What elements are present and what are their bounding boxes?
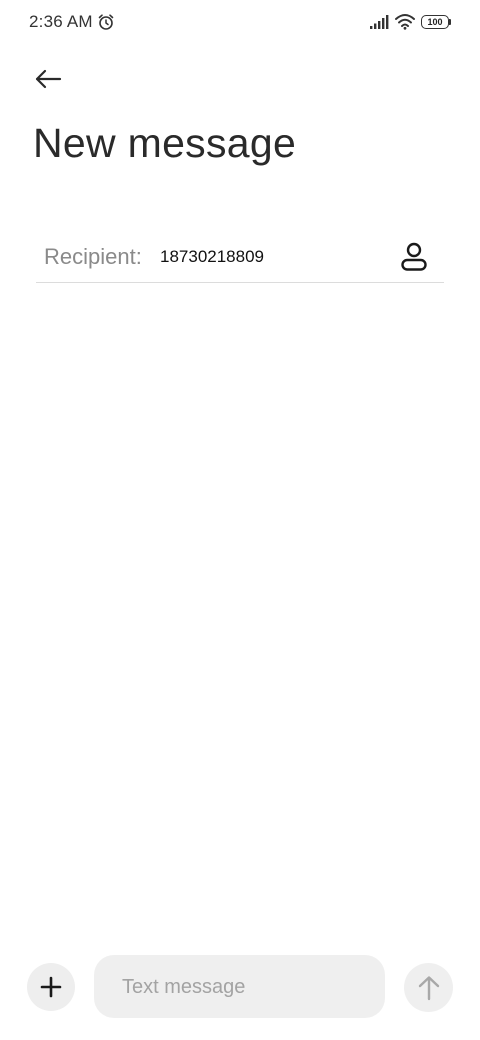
send-button[interactable] [404, 963, 453, 1012]
add-attachment-button[interactable] [27, 963, 75, 1011]
arrow-left-icon [35, 69, 62, 89]
alarm-icon [98, 14, 114, 30]
contact-picker-button[interactable] [398, 240, 430, 274]
page-title: New message [33, 120, 297, 166]
battery-level: 100 [427, 17, 443, 27]
battery-cap [449, 19, 451, 25]
message-input-container [94, 955, 385, 1018]
person-icon [401, 242, 427, 271]
message-input[interactable] [122, 974, 372, 1000]
status-bar: 2:36 AM 100 [0, 0, 480, 44]
recipient-label: Recipient: [44, 244, 142, 269]
arrow-up-icon [418, 975, 439, 1000]
plus-icon [40, 976, 62, 998]
recipient-row: Recipient: [36, 232, 444, 283]
signal-icon [370, 15, 389, 29]
back-button[interactable] [28, 60, 68, 98]
battery-icon: 100 [421, 15, 451, 29]
new-message-screen: 2:36 AM 100 New message Recipient: 18730… [0, 0, 480, 1040]
wifi-icon [395, 14, 415, 30]
recipient-input[interactable] [160, 247, 380, 267]
status-time: 2:36 AM [29, 12, 93, 31]
